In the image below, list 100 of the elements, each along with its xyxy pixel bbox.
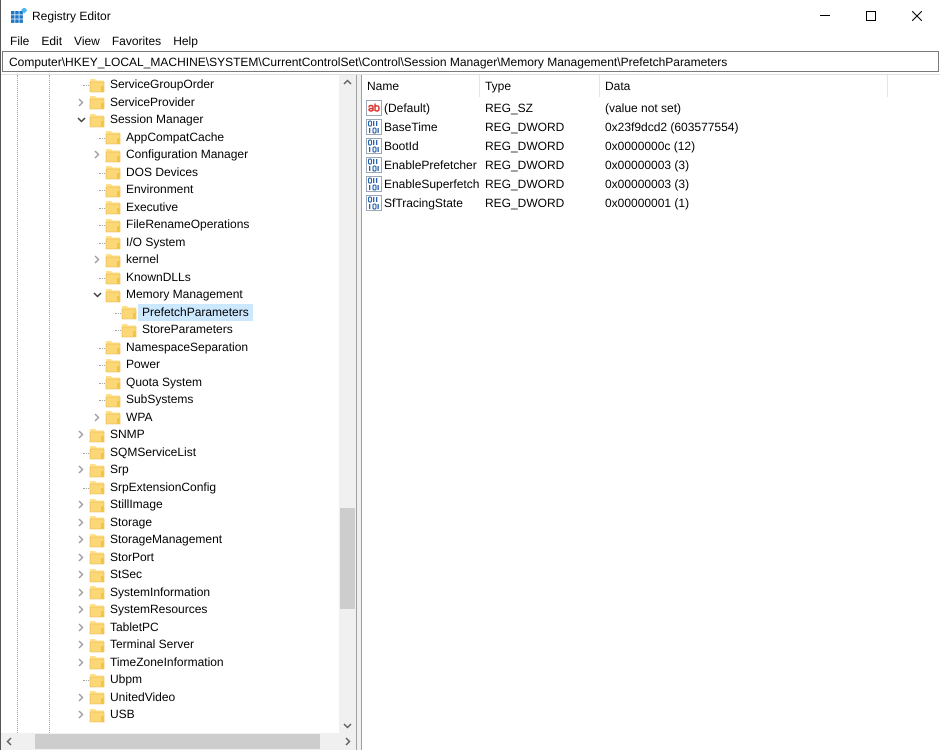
folder-icon	[89, 444, 105, 460]
address-field[interactable]: Computer\HKEY_LOCAL_MACHINE\SYSTEM\CurrentControlSet\Control\Session Manager\Memory Management\PrefetchParameters	[2, 51, 939, 72]
tree-item[interactable]: FileRenameOperations	[122, 216, 254, 234]
folder-icon	[89, 496, 105, 513]
tree-item[interactable]: UnitedVideo	[106, 688, 180, 706]
folder-icon	[89, 672, 105, 688]
tree-item[interactable]: KnownDLLs	[122, 268, 195, 286]
expand-chevron-icon[interactable]	[78, 658, 84, 667]
column-header[interactable]: Name	[362, 75, 480, 97]
vertical-scrollbar[interactable]	[339, 75, 356, 733]
tree-item[interactable]: SubSystems	[122, 391, 198, 408]
tree-item[interactable]: Configuration Manager	[122, 146, 252, 164]
tree-item[interactable]: Memory Management	[122, 286, 247, 304]
expand-chevron-icon[interactable]	[78, 465, 84, 474]
folder-icon	[105, 234, 121, 250]
expand-chevron-icon[interactable]	[78, 622, 84, 632]
collapse-chevron-icon[interactable]	[92, 292, 102, 298]
scroll-thumb[interactable]	[35, 734, 320, 749]
value-data: 0x00000001 (1)	[605, 196, 690, 210]
folder-icon	[105, 374, 121, 390]
scroll-thumb[interactable]	[340, 508, 355, 609]
tree-item[interactable]: NamespaceSeparation	[122, 338, 252, 356]
expand-chevron-icon[interactable]	[78, 710, 84, 720]
tree-item[interactable]: AppCompatCache	[122, 128, 228, 146]
tree-item[interactable]: Executive	[122, 198, 182, 216]
expand-chevron-icon[interactable]	[94, 150, 100, 160]
expand-chevron-icon[interactable]	[94, 412, 100, 422]
value-name[interactable]: (Default)	[384, 98, 430, 116]
tree-item[interactable]: SQMServiceList	[106, 444, 200, 461]
value-name[interactable]: EnableSuperfetch	[384, 174, 480, 192]
tree-item[interactable]: Srp	[106, 461, 133, 478]
menu-item[interactable]: File	[4, 31, 36, 51]
tree-item[interactable]: ServiceProvider	[106, 94, 199, 111]
tree-item[interactable]: WPA	[122, 408, 156, 426]
value-name[interactable]: BaseTime	[384, 118, 438, 136]
tree-item[interactable]: Storage	[106, 514, 156, 531]
expand-chevron-icon[interactable]	[78, 692, 84, 702]
menu-item[interactable]: View	[68, 31, 106, 51]
tree-item[interactable]: SystemInformation	[106, 584, 214, 601]
tree-item[interactable]: TabletPC	[106, 618, 163, 636]
app-icon	[11, 8, 27, 24]
value-data: 0x0000000c (12)	[605, 138, 696, 152]
expand-chevron-icon[interactable]	[78, 605, 84, 614]
tree-item[interactable]: Environment	[122, 181, 198, 198]
expand-chevron-icon[interactable]	[78, 535, 84, 544]
tree-item[interactable]: kernel	[122, 251, 163, 268]
folder-icon	[89, 619, 105, 636]
expand-chevron-icon[interactable]	[78, 570, 84, 580]
tree-item[interactable]: StorPort	[106, 548, 158, 566]
menu-item[interactable]: Favorites	[106, 31, 168, 51]
expand-chevron-icon[interactable]	[78, 98, 84, 107]
expand-chevron-icon[interactable]	[78, 500, 84, 510]
folder-icon	[105, 286, 121, 303]
value-type: REG_DWORD	[485, 138, 564, 152]
tree-item[interactable]: Ubpm	[106, 671, 146, 688]
column-header[interactable]: Data	[600, 75, 888, 97]
window-title: Registry Editor	[32, 8, 111, 24]
expand-chevron-icon[interactable]	[78, 552, 84, 562]
horizontal-scrollbar[interactable]	[1, 733, 356, 750]
tree-item[interactable]: StorageManagement	[106, 531, 226, 548]
value-data: 0x23f9dcd2 (603577554)	[605, 120, 738, 134]
folder-icon	[105, 216, 121, 233]
tree-item[interactable]: I/O System	[122, 234, 190, 251]
expand-chevron-icon[interactable]	[78, 518, 84, 527]
folder-icon	[89, 602, 105, 618]
tree-item[interactable]: SrpExtensionConfig	[106, 478, 220, 496]
tree-item[interactable]: SystemResources	[106, 601, 212, 618]
value-name[interactable]: SfTracingState	[384, 194, 463, 212]
tree-item[interactable]: StillImage	[106, 496, 167, 514]
menu-item[interactable]: Help	[167, 31, 204, 51]
tree-item[interactable]: Session Manager	[106, 111, 208, 128]
tree-item[interactable]: TimeZoneInformation	[106, 654, 228, 671]
value-name[interactable]: EnablePrefetcher	[384, 156, 477, 174]
folder-icon	[105, 356, 121, 373]
value-type: REG_DWORD	[485, 158, 564, 172]
tree-item[interactable]: SNMP	[106, 426, 149, 444]
tree-item[interactable]: Quota System	[122, 374, 206, 391]
collapse-chevron-icon[interactable]	[76, 116, 86, 123]
tree-item[interactable]: StoreParameters	[138, 321, 237, 338]
folder-icon	[105, 392, 121, 408]
folder-icon	[89, 654, 105, 670]
expand-chevron-icon[interactable]	[78, 430, 84, 440]
tree-item[interactable]: Power	[122, 356, 164, 374]
column-header[interactable]: Type	[480, 75, 600, 97]
expand-chevron-icon[interactable]	[94, 255, 100, 264]
tree-item[interactable]: DOS Devices	[122, 164, 202, 181]
expand-chevron-icon[interactable]	[78, 588, 84, 597]
value-name[interactable]: BootId	[384, 136, 419, 154]
folder-icon	[89, 566, 105, 583]
folder-icon	[105, 199, 121, 216]
folder-icon	[89, 426, 105, 443]
tree-item[interactable]: Terminal Server	[106, 636, 198, 654]
tree-item[interactable]: ServiceGroupOrder	[106, 76, 218, 94]
value-type: REG_DWORD	[485, 176, 564, 190]
expand-chevron-icon[interactable]	[78, 640, 84, 650]
menu-item[interactable]: Edit	[35, 31, 68, 51]
tree-item[interactable]: USB	[106, 706, 139, 724]
folder-icon	[89, 549, 105, 566]
tree-item[interactable]: PrefetchParameters	[138, 304, 253, 321]
tree-item[interactable]: StSec	[106, 566, 146, 584]
